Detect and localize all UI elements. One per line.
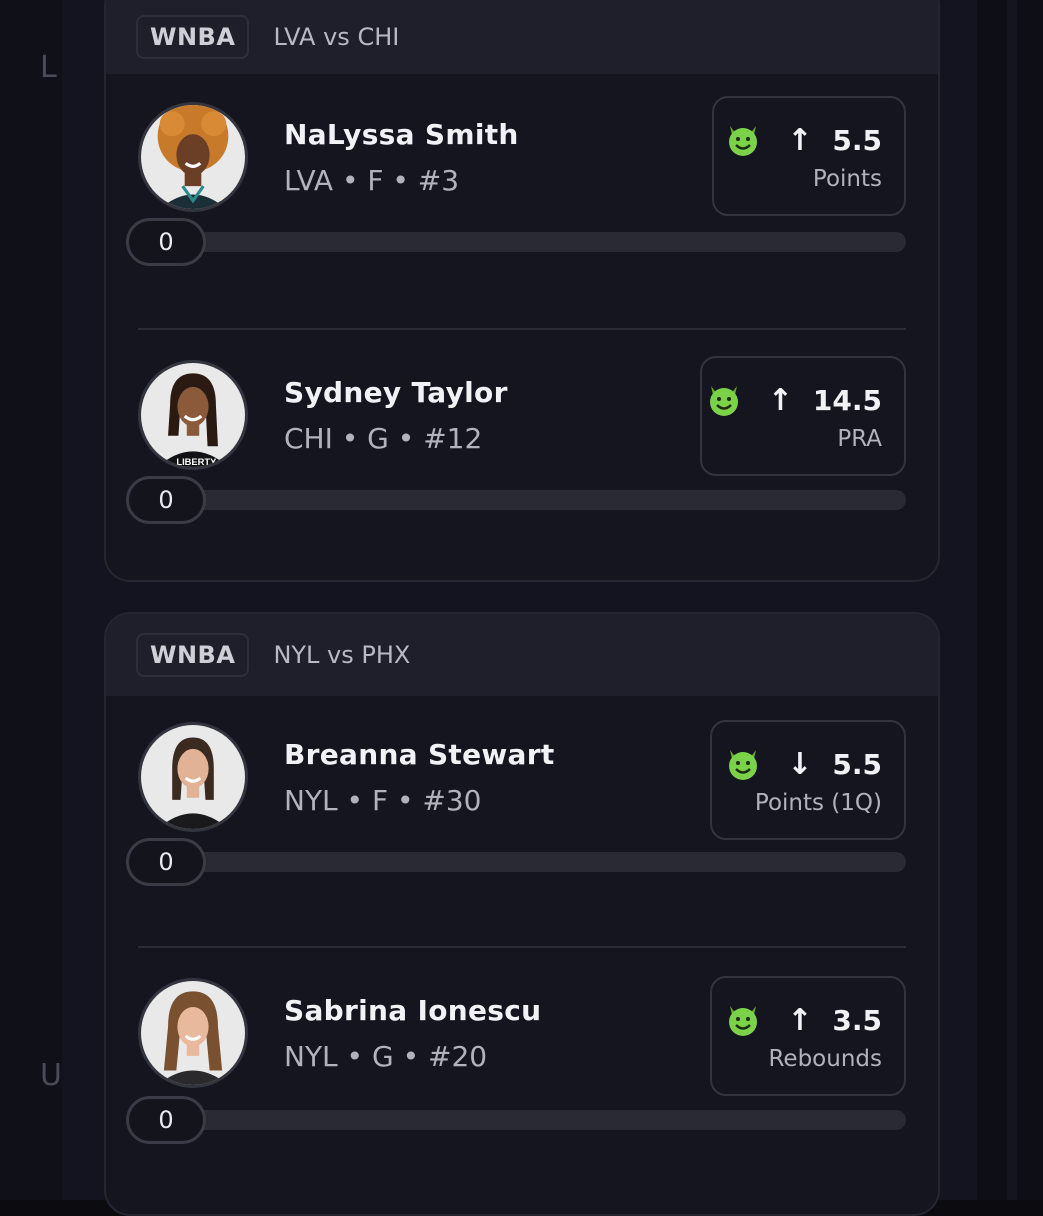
progress-bar: 0 <box>126 1096 906 1144</box>
player-row[interactable]: LIBERTY Sydney Taylor CHI • G • #12 ↑ 14… <box>106 328 938 580</box>
progress-value: 0 <box>126 1096 206 1144</box>
pick-stat-type: Points <box>812 166 882 192</box>
game-card: WNBA NYL vs PHX Breanna Stewart NYL • F … <box>104 612 940 1216</box>
player-meta: CHI • G • #12 <box>284 422 483 455</box>
progress-bar: 0 <box>126 218 906 266</box>
pick-box[interactable]: ↑ 5.5 Points <box>712 96 906 216</box>
devil-emoji-icon <box>725 746 761 782</box>
right-background-panel <box>977 0 1043 1200</box>
player-photo-icon <box>141 981 245 1085</box>
player-avatar <box>138 722 248 832</box>
game-card-header: WNBA LVA vs CHI <box>106 0 938 74</box>
player-avatar: LIBERTY <box>138 360 248 470</box>
arrow-up-icon: ↑ <box>787 122 813 158</box>
progress-bar: 0 <box>126 476 906 524</box>
left-background-panel: L U <box>0 0 62 1200</box>
game-card: WNBA LVA vs CHI NaLyssa Smith LVA • F • … <box>104 0 940 582</box>
pick-stat-type: Rebounds <box>768 1046 882 1072</box>
progress-track <box>166 852 906 872</box>
arrow-up-icon: ↑ <box>787 1002 813 1038</box>
progress-value: 0 <box>126 476 206 524</box>
player-row[interactable]: Sabrina Ionescu NYL • G • #20 ↑ 3.5 Rebo… <box>106 946 938 1214</box>
pick-line-value: 3.5 <box>832 1003 882 1037</box>
player-row[interactable]: Breanna Stewart NYL • F • #30 ↓ 5.5 Poin… <box>106 696 938 946</box>
devil-emoji-icon <box>725 122 761 158</box>
pick-line-value: 5.5 <box>832 123 882 157</box>
pick-line-value: 14.5 <box>812 383 882 417</box>
player-photo-icon <box>141 105 245 209</box>
progress-value: 0 <box>126 218 206 266</box>
pick-line-value: 5.5 <box>832 747 882 781</box>
row-divider <box>138 328 906 330</box>
devil-emoji-icon <box>706 382 742 418</box>
pick-stat-type: Points (1Q) <box>754 790 882 816</box>
player-name: Sabrina Ionescu <box>284 994 542 1027</box>
progress-track <box>166 232 906 252</box>
pick-box[interactable]: ↑ 14.5 PRA <box>700 356 906 476</box>
player-photo-icon: LIBERTY <box>141 363 245 467</box>
progress-track <box>166 1110 906 1130</box>
player-photo-icon <box>141 725 245 829</box>
arrow-up-icon: ↑ <box>767 382 793 418</box>
player-name: Breanna Stewart <box>284 738 555 771</box>
matchup-label: LVA vs CHI <box>273 23 400 51</box>
progress-bar: 0 <box>126 838 906 886</box>
devil-emoji-icon <box>725 1002 761 1038</box>
player-meta: LVA • F • #3 <box>284 164 460 197</box>
player-avatar <box>138 102 248 212</box>
league-badge: WNBA <box>136 15 250 59</box>
left-edge-glyph: U <box>40 1058 62 1093</box>
arrow-down-icon: ↓ <box>787 746 813 782</box>
pick-box[interactable]: ↑ 3.5 Rebounds <box>710 976 906 1096</box>
game-card-header: WNBA NYL vs PHX <box>106 614 938 696</box>
league-badge: WNBA <box>136 633 250 677</box>
player-avatar <box>138 978 248 1088</box>
row-divider <box>138 946 906 948</box>
player-meta: NYL • G • #20 <box>284 1040 488 1073</box>
svg-text:LIBERTY: LIBERTY <box>176 457 217 467</box>
progress-track <box>166 490 906 510</box>
player-row[interactable]: NaLyssa Smith LVA • F • #3 ↑ 5.5 Points … <box>106 74 938 328</box>
right-edge-strip <box>1007 0 1017 1200</box>
pick-stat-type: PRA <box>837 426 882 452</box>
matchup-label: NYL vs PHX <box>273 641 411 669</box>
player-name: NaLyssa Smith <box>284 118 519 151</box>
left-edge-glyph: L <box>40 50 57 85</box>
progress-value: 0 <box>126 838 206 886</box>
player-name: Sydney Taylor <box>284 376 508 409</box>
pick-box[interactable]: ↓ 5.5 Points (1Q) <box>710 720 906 840</box>
player-meta: NYL • F • #30 <box>284 784 482 817</box>
